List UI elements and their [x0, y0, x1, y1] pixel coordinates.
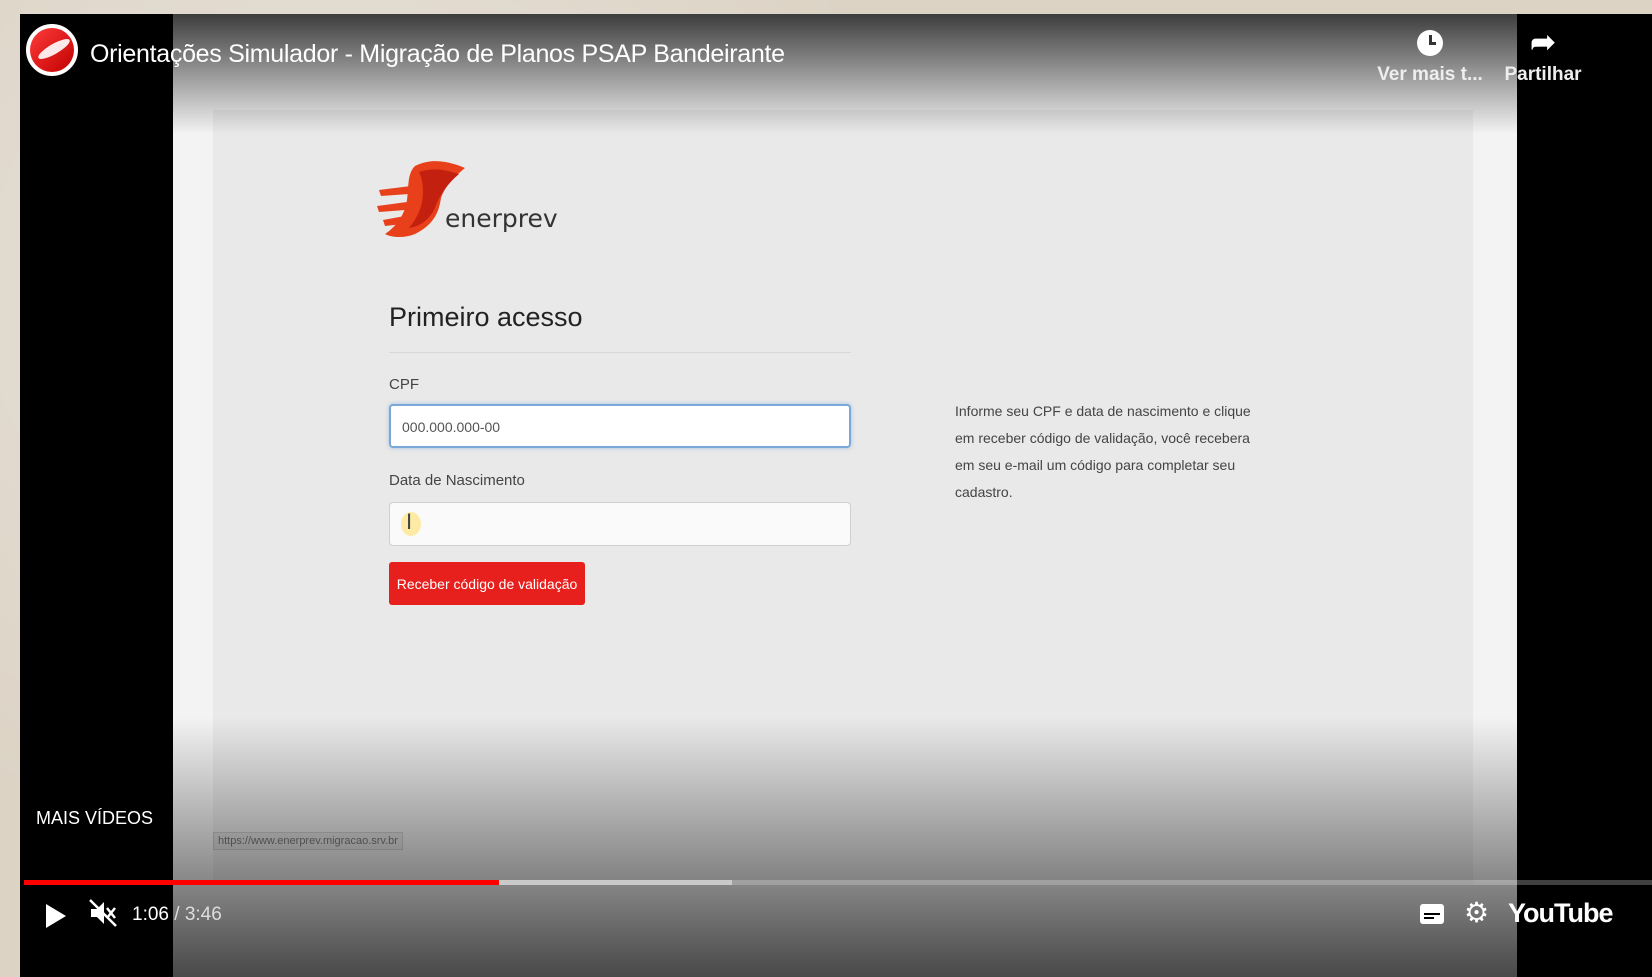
logo-text: enerprev: [445, 204, 558, 233]
play-icon[interactable]: [46, 904, 66, 928]
status-bar-url: https://www.enerprev.migracao.srv.br: [213, 832, 403, 850]
watch-later-label: Ver mais t...: [1377, 64, 1483, 85]
birth-date-input[interactable]: [389, 502, 851, 546]
help-text: Informe seu CPF e data de nascimento e c…: [955, 403, 1251, 500]
divider: [389, 352, 851, 353]
page-title: Primeiro acesso: [389, 302, 583, 332]
watch-later-button[interactable]: Ver mais t...: [1375, 30, 1485, 86]
progress-bar[interactable]: [24, 880, 1652, 885]
cpf-label: CPF: [389, 376, 419, 393]
subtitles-icon[interactable]: [1420, 904, 1444, 924]
gear-icon[interactable]: ⚙: [1464, 896, 1489, 929]
video-title[interactable]: Orientações Simulador - Migração de Plan…: [90, 40, 785, 69]
channel-avatar[interactable]: [26, 24, 78, 76]
share-label: Partilhar: [1504, 64, 1582, 85]
cpf-input[interactable]: 000.000.000-00: [389, 404, 851, 448]
video-player[interactable]: enerprev Primeiro acesso CPF 000.000.000…: [20, 14, 1652, 977]
share-button[interactable]: ➦ Partilhar: [1488, 26, 1598, 86]
time-display: 1:06 / 3:46: [132, 904, 222, 926]
more-videos-button[interactable]: MAIS VÍDEOS: [36, 808, 153, 829]
birth-date-label: Data de Nascimento: [389, 472, 525, 489]
clock-icon: [1417, 30, 1443, 56]
video-frame: enerprev Primeiro acesso CPF 000.000.000…: [173, 14, 1517, 977]
current-time: 1:06: [132, 904, 169, 925]
youtube-logo[interactable]: YouTube: [1508, 898, 1613, 929]
embedded-webpage: enerprev Primeiro acesso CPF 000.000.000…: [213, 110, 1473, 885]
receive-validation-code-button[interactable]: Receber código de validação: [389, 562, 585, 605]
duration: / 3:46: [174, 904, 222, 925]
text-cursor-icon: I: [406, 509, 413, 534]
controls-bar: 1:06 / 3:46 ⚙ YouTube: [20, 892, 1652, 932]
share-icon: ➦: [1530, 26, 1556, 59]
progress-played: [24, 880, 500, 885]
muted-volume-icon[interactable]: [88, 898, 118, 928]
